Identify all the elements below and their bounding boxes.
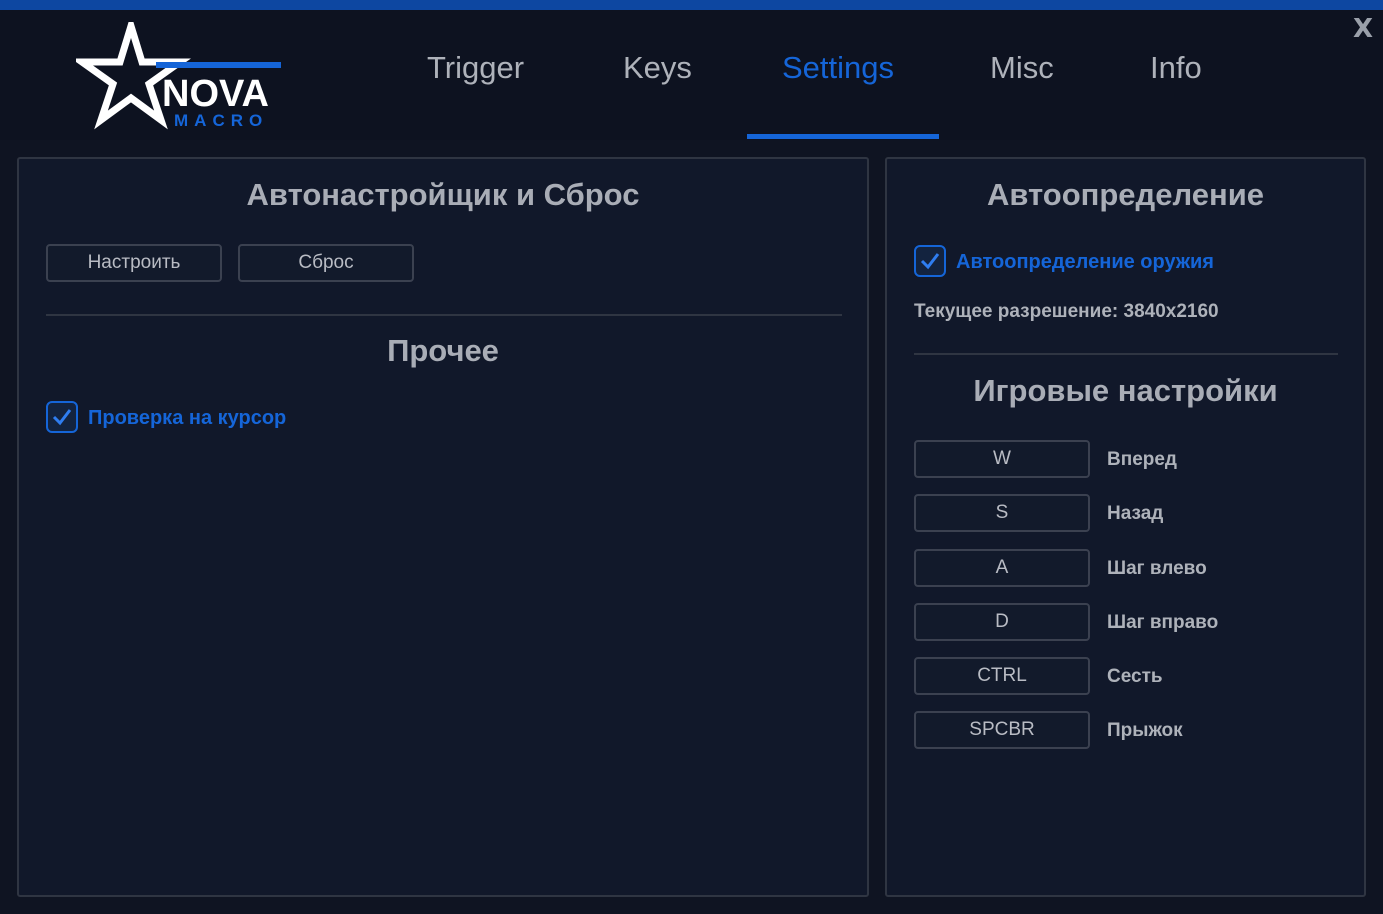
keybind-button-strafe-left[interactable]: A: [914, 549, 1090, 587]
current-resolution-text: Текущее разрешение: 3840x2160: [914, 301, 1219, 322]
keybind-button-crouch[interactable]: CTRL: [914, 657, 1090, 695]
window-top-accent-bar: [0, 0, 1383, 10]
other-section-title: Прочее: [387, 333, 499, 368]
keybind-label-crouch: Сесть: [1107, 666, 1163, 687]
keybind-label-jump: Прыжок: [1107, 720, 1183, 741]
active-tab-indicator: [747, 134, 939, 139]
checkmark-icon: [52, 409, 72, 426]
section-divider: [914, 353, 1338, 355]
section-divider: [46, 314, 842, 316]
tab-info[interactable]: Info: [1150, 50, 1202, 86]
left-settings-panel: Автонастройщик и Сброс Настроить Сброс П…: [17, 157, 869, 897]
game-settings-section-title: Игровые настройки: [973, 373, 1278, 408]
reset-button[interactable]: Сброс: [238, 244, 414, 282]
weapon-detect-checkbox[interactable]: [914, 245, 946, 277]
checkmark-icon: [920, 253, 940, 270]
tab-trigger[interactable]: Trigger: [427, 50, 524, 86]
tab-settings[interactable]: Settings: [782, 50, 894, 86]
keybind-label-back: Назад: [1107, 503, 1164, 524]
tab-misc[interactable]: Misc: [990, 50, 1054, 86]
keybind-label-strafe-left: Шаг влево: [1107, 558, 1207, 579]
close-button[interactable]: X: [1353, 14, 1373, 44]
tab-bar: Trigger Keys Settings Misc Info: [0, 10, 1383, 140]
keybind-button-jump[interactable]: SPCBR: [914, 711, 1090, 749]
weapon-detect-label[interactable]: Автоопределение оружия: [956, 251, 1214, 274]
right-settings-panel: Автоопределение Автоопределение оружия Т…: [885, 157, 1366, 897]
tab-keys[interactable]: Keys: [623, 50, 692, 86]
keybind-label-strafe-right: Шаг вправо: [1107, 612, 1219, 633]
keybind-label-forward: Вперед: [1107, 449, 1177, 470]
keybind-button-forward[interactable]: W: [914, 440, 1090, 478]
cursor-check-label[interactable]: Проверка на курсор: [88, 407, 286, 430]
keybind-button-strafe-right[interactable]: D: [914, 603, 1090, 641]
cursor-check-checkbox[interactable]: [46, 401, 78, 433]
autotune-section-title: Автонастройщик и Сброс: [246, 177, 640, 212]
tune-button[interactable]: Настроить: [46, 244, 222, 282]
autodetect-section-title: Автоопределение: [986, 177, 1265, 212]
keybind-button-back[interactable]: S: [914, 494, 1090, 532]
